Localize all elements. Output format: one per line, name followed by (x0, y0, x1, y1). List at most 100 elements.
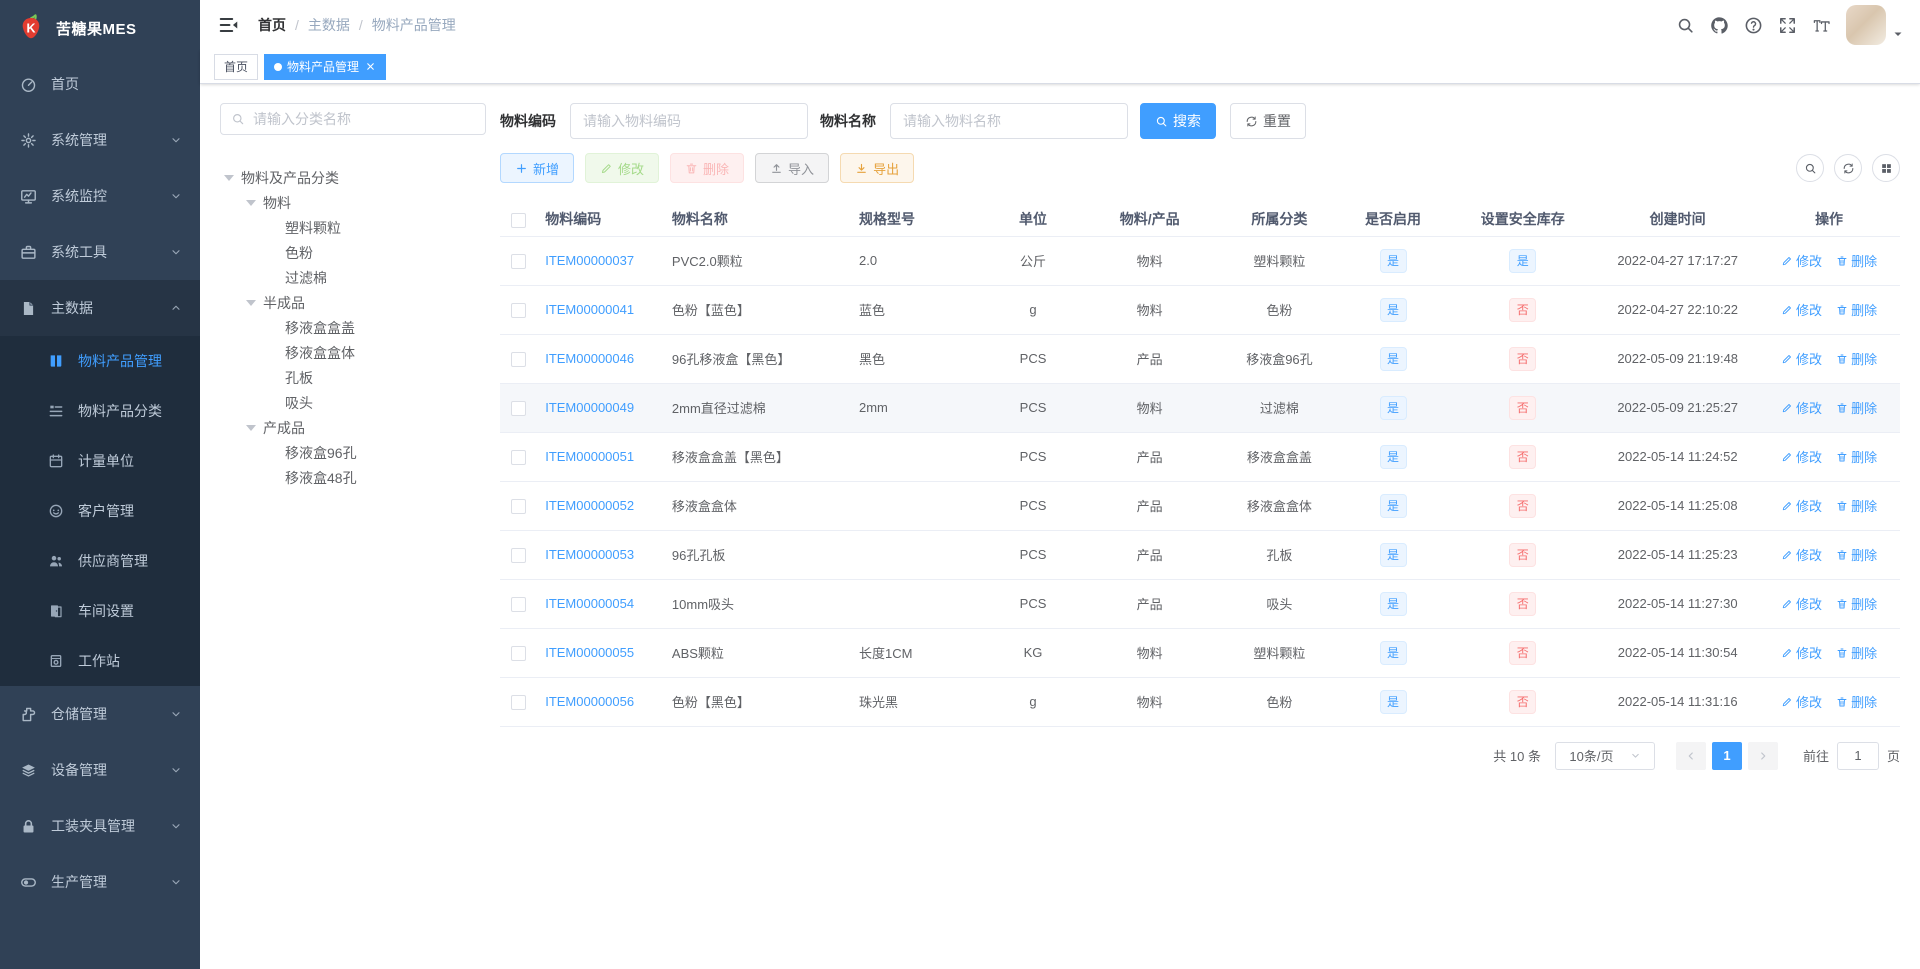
sidebar-item-fixture-management[interactable]: 工装夹具管理 (0, 798, 200, 854)
grid-circle-button[interactable] (1872, 154, 1900, 182)
item-code-link[interactable]: ITEM00000041 (545, 302, 634, 317)
tree-node[interactable]: 移液盒盒体 (220, 340, 486, 365)
row-delete-button[interactable]: 删除 (1836, 349, 1877, 368)
sidebar-item-material-product-management[interactable]: 物料产品管理 (0, 336, 200, 386)
refresh-circle-button[interactable] (1834, 154, 1862, 182)
search-button[interactable]: 搜索 (1140, 103, 1216, 139)
row-checkbox[interactable] (511, 547, 527, 563)
table-row[interactable]: ITEM00000055 ABS颗粒 长度1CM KG 物料 塑料颗粒 是 否 2022-05-… (500, 628, 1900, 678)
row-delete-button[interactable]: 删除 (1836, 643, 1877, 662)
table-row[interactable]: ITEM00000053 96孔孔板 PCS 产品 孔板 是 否 2022-05-14 11:… (500, 530, 1900, 580)
reset-button[interactable]: 重置 (1230, 103, 1306, 139)
tree-node[interactable]: 产成品 (220, 415, 486, 440)
row-delete-button[interactable]: 删除 (1836, 692, 1877, 711)
tree-node[interactable]: 移液盒48孔 (220, 465, 486, 490)
tree-node[interactable]: 移液盒盒盖 (220, 315, 486, 340)
page-size-select[interactable]: 10条/页 (1554, 741, 1655, 770)
item-code-link[interactable]: ITEM00000053 (545, 547, 634, 562)
fontsize-button[interactable] (1804, 5, 1838, 45)
tree-search-input[interactable] (253, 111, 475, 127)
row-checkbox[interactable] (511, 694, 527, 710)
row-checkbox[interactable] (511, 351, 527, 367)
sidebar-item-supplier-management[interactable]: 供应商管理 (0, 536, 200, 586)
tree-node[interactable]: 色粉 (220, 240, 486, 265)
row-checkbox[interactable] (511, 449, 527, 465)
breadcrumb-item[interactable]: 物料产品管理 (372, 15, 456, 35)
item-code-link[interactable]: ITEM00000051 (545, 449, 634, 464)
tree-node[interactable]: 移液盒96孔 (220, 440, 486, 465)
sidebar-item-equipment-management[interactable]: 设备管理 (0, 742, 200, 798)
tab-首页[interactable]: 首页 (214, 53, 259, 80)
delete-button[interactable]: 删除 (670, 153, 745, 183)
fullscreen-button[interactable] (1770, 5, 1804, 45)
breadcrumb-item[interactable]: 首页 (258, 15, 286, 35)
table-row[interactable]: ITEM00000037 PVC2.0颗粒 2.0 公斤 物料 塑料颗粒 是 是 2022-04… (500, 236, 1900, 286)
row-delete-button[interactable]: 删除 (1836, 594, 1877, 613)
row-checkbox[interactable] (511, 253, 527, 269)
row-edit-button[interactable]: 修改 (1781, 251, 1822, 270)
sidebar-item-material-product-category[interactable]: 物料产品分类 (0, 386, 200, 436)
row-delete-button[interactable]: 删除 (1836, 496, 1877, 515)
breadcrumb-item[interactable]: 主数据 (308, 15, 350, 35)
search-circle-button[interactable] (1796, 154, 1824, 182)
item-code-link[interactable]: ITEM00000037 (545, 253, 634, 268)
row-edit-button[interactable]: 修改 (1781, 447, 1822, 466)
tree-node[interactable]: 孔板 (220, 365, 486, 390)
table-row[interactable]: ITEM00000052 移液盒盒体 PCS 产品 移液盒盒体是否 2022-05-14 … (500, 481, 1900, 531)
row-edit-button[interactable]: 修改 (1781, 692, 1822, 711)
sidebar-item-customer-management[interactable]: 客户管理 (0, 486, 200, 536)
material-code-input[interactable] (570, 103, 808, 139)
sidebar-item-workstation[interactable]: 工作站 (0, 636, 200, 686)
hamburger-icon[interactable] (218, 14, 240, 36)
sidebar-item-production-management[interactable]: 生产管理 (0, 854, 200, 910)
table-row[interactable]: ITEM00000054 10mm吸头 PCS 产品 吸头 是 否 2022-05-14 11… (500, 579, 1900, 629)
tree-node[interactable]: 物料及产品分类 (220, 165, 486, 190)
table-row[interactable]: ITEM00000051 移液盒盒盖【黑色】 PCS 产品 移液盒盒盖 是 否 2022-05… (500, 432, 1900, 482)
import-button[interactable]: 导入 (755, 153, 830, 183)
row-delete-button[interactable]: 删除 (1836, 300, 1877, 319)
row-edit-button[interactable]: 修改 (1781, 398, 1822, 417)
search-button[interactable] (1668, 5, 1702, 45)
row-checkbox[interactable] (511, 302, 527, 318)
tree-node[interactable]: 过滤棉 (220, 265, 486, 290)
row-checkbox[interactable] (511, 498, 527, 514)
sidebar-item-system-management[interactable]: 系统管理 (0, 112, 200, 168)
next-page-button[interactable] (1747, 741, 1778, 770)
prev-page-button[interactable] (1675, 741, 1706, 770)
sidebar-item-system-tools[interactable]: 系统工具 (0, 224, 200, 280)
sidebar-item-warehouse-management[interactable]: 仓储管理 (0, 686, 200, 742)
row-edit-button[interactable]: 修改 (1781, 545, 1822, 564)
item-code-link[interactable]: ITEM00000056 (545, 694, 634, 709)
row-delete-button[interactable]: 删除 (1836, 545, 1877, 564)
sidebar-item-workshop-settings[interactable]: 车间设置 (0, 586, 200, 636)
tree-node[interactable]: 物料 (220, 190, 486, 215)
edit-button[interactable]: 修改 (585, 153, 660, 183)
row-edit-button[interactable]: 修改 (1781, 594, 1822, 613)
tree-node[interactable]: 半成品 (220, 290, 486, 315)
select-all-checkbox[interactable] (511, 212, 527, 228)
table-row[interactable]: ITEM00000041 色粉【蓝色】 蓝色 g 物料 色粉 是 否 2022-04-27 22… (500, 285, 1900, 335)
row-checkbox[interactable] (511, 645, 527, 661)
material-name-input[interactable] (890, 103, 1128, 139)
tree-node[interactable]: 吸头 (220, 390, 486, 415)
item-code-link[interactable]: ITEM00000049 (545, 400, 634, 415)
row-delete-button[interactable]: 删除 (1836, 251, 1877, 270)
table-row[interactable]: ITEM00000046 96孔移液盒【黑色】 黑色 PCS 产品 移液盒96孔 是 否 202… (500, 334, 1900, 384)
sidebar-item-measure-unit[interactable]: 计量单位 (0, 436, 200, 486)
goto-page-input[interactable] (1836, 741, 1879, 770)
row-delete-button[interactable]: 删除 (1836, 447, 1877, 466)
caret-down-icon[interactable] (1892, 28, 1904, 40)
sidebar-item-master-data[interactable]: 主数据 (0, 280, 200, 336)
tree-node[interactable]: 塑料颗粒 (220, 215, 486, 240)
row-delete-button[interactable]: 删除 (1836, 398, 1877, 417)
row-checkbox[interactable] (511, 400, 527, 416)
item-code-link[interactable]: ITEM00000054 (545, 596, 634, 611)
sidebar-item-system-monitor[interactable]: 系统监控 (0, 168, 200, 224)
row-edit-button[interactable]: 修改 (1781, 643, 1822, 662)
page-number-button[interactable]: 1 (1711, 741, 1742, 770)
add-button[interactable]: 新增 (500, 153, 575, 183)
github-button[interactable] (1702, 5, 1736, 45)
tab-物料产品管理[interactable]: 物料产品管理 (264, 53, 387, 80)
item-code-link[interactable]: ITEM00000055 (545, 645, 634, 660)
sidebar-item-home[interactable]: 首页 (0, 56, 200, 112)
